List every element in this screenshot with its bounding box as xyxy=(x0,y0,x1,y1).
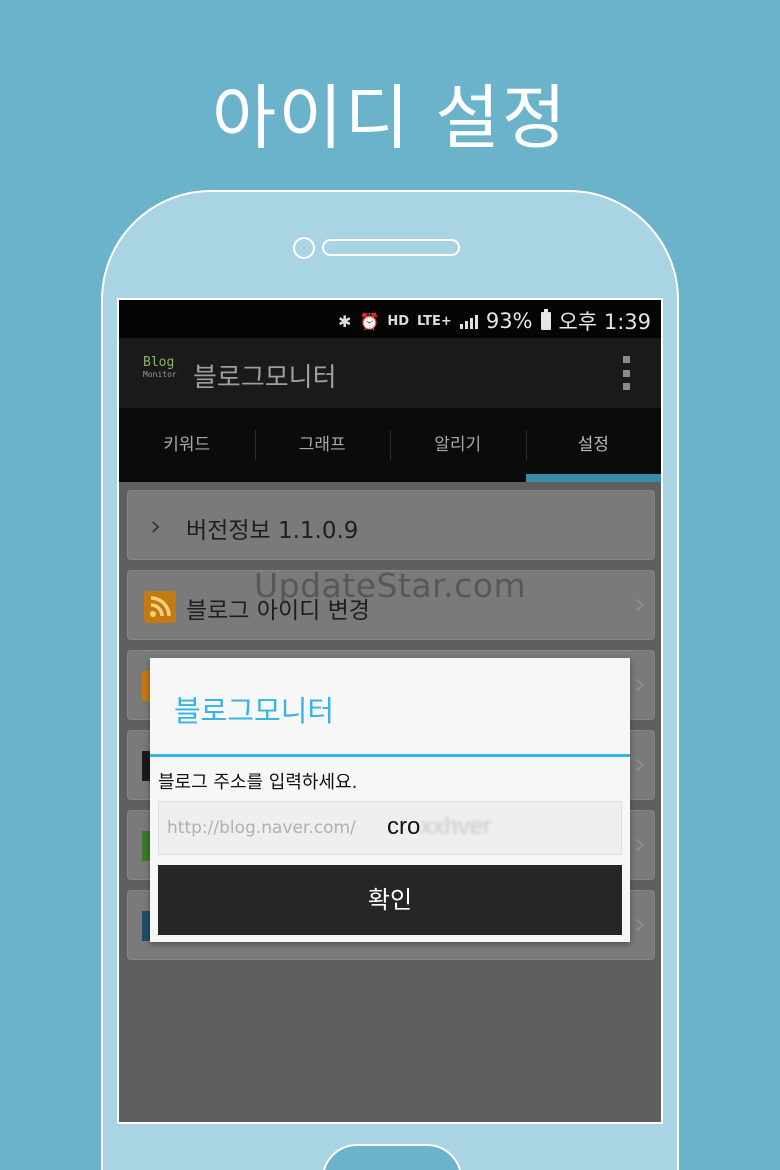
chevron-right-icon: › xyxy=(634,747,646,782)
home-button[interactable] xyxy=(322,1144,462,1170)
chevron-right-icon: › xyxy=(634,907,646,942)
hd-voice-icon: HD xyxy=(387,313,410,329)
signal-icon xyxy=(459,313,478,329)
battery-percent: 93% xyxy=(485,309,533,333)
tab-keyword[interactable]: 키워드 xyxy=(119,408,255,482)
app-bar: Blog Monitor 블로그모니터 xyxy=(119,338,661,408)
dialog-title: 블로그모니터 xyxy=(174,694,335,728)
watermark: UpdateStar.com xyxy=(254,566,527,605)
version-info-row[interactable]: › 버전정보 1.1.0.9 xyxy=(127,490,655,560)
blog-id-value[interactable]: croxxhver xyxy=(387,813,491,841)
chevron-right-icon: › xyxy=(634,667,646,702)
logo-text-monitor: Monitor xyxy=(143,370,177,379)
tab-graph[interactable]: 그래프 xyxy=(254,408,391,482)
status-bar: ✱ ⏰ HD LTE+ 93% 오후 1:39 xyxy=(119,300,661,338)
blog-id-obscured: xxhver xyxy=(420,813,492,840)
app-logo: Blog Monitor xyxy=(143,356,179,388)
blog-id-dialog: 블로그모니터 블로그 주소를 입력하세요. http://blog.naver.… xyxy=(150,658,630,942)
tab-settings[interactable]: 설정 xyxy=(525,408,662,482)
front-camera xyxy=(293,237,315,259)
alarm-icon: ⏰ xyxy=(359,311,380,331)
clock: 오후 1:39 xyxy=(558,310,651,334)
earpiece-speaker xyxy=(322,239,460,256)
dialog-message: 블로그 주소를 입력하세요. xyxy=(158,772,358,793)
rss-icon xyxy=(144,591,176,623)
tab-share[interactable]: 알리기 xyxy=(390,408,526,482)
app-title: 블로그모니터 xyxy=(193,363,337,393)
headline: 아이디 설정 xyxy=(211,77,569,159)
blog-id-visible: cro xyxy=(387,813,421,840)
chevron-right-icon: › xyxy=(150,509,162,542)
bluetooth-icon: ✱ xyxy=(338,311,352,331)
tab-bar: 키워드 그래프 알리기 설정 xyxy=(119,408,661,482)
url-prefix: http://blog.naver.com/ xyxy=(167,818,356,838)
battery-icon xyxy=(540,309,551,330)
confirm-button[interactable]: 확인 xyxy=(158,865,622,935)
logo-text-blog: Blog xyxy=(143,355,175,370)
chevron-right-icon: › xyxy=(634,827,646,862)
dialog-divider xyxy=(150,754,630,757)
blog-address-input[interactable]: http://blog.naver.com/ croxxhver xyxy=(158,801,622,855)
chevron-right-icon: › xyxy=(634,587,646,622)
version-info-label: 버전정보 1.1.0.9 xyxy=(186,518,359,544)
lte-icon: LTE+ xyxy=(417,313,452,329)
overflow-menu-icon[interactable] xyxy=(623,356,631,390)
